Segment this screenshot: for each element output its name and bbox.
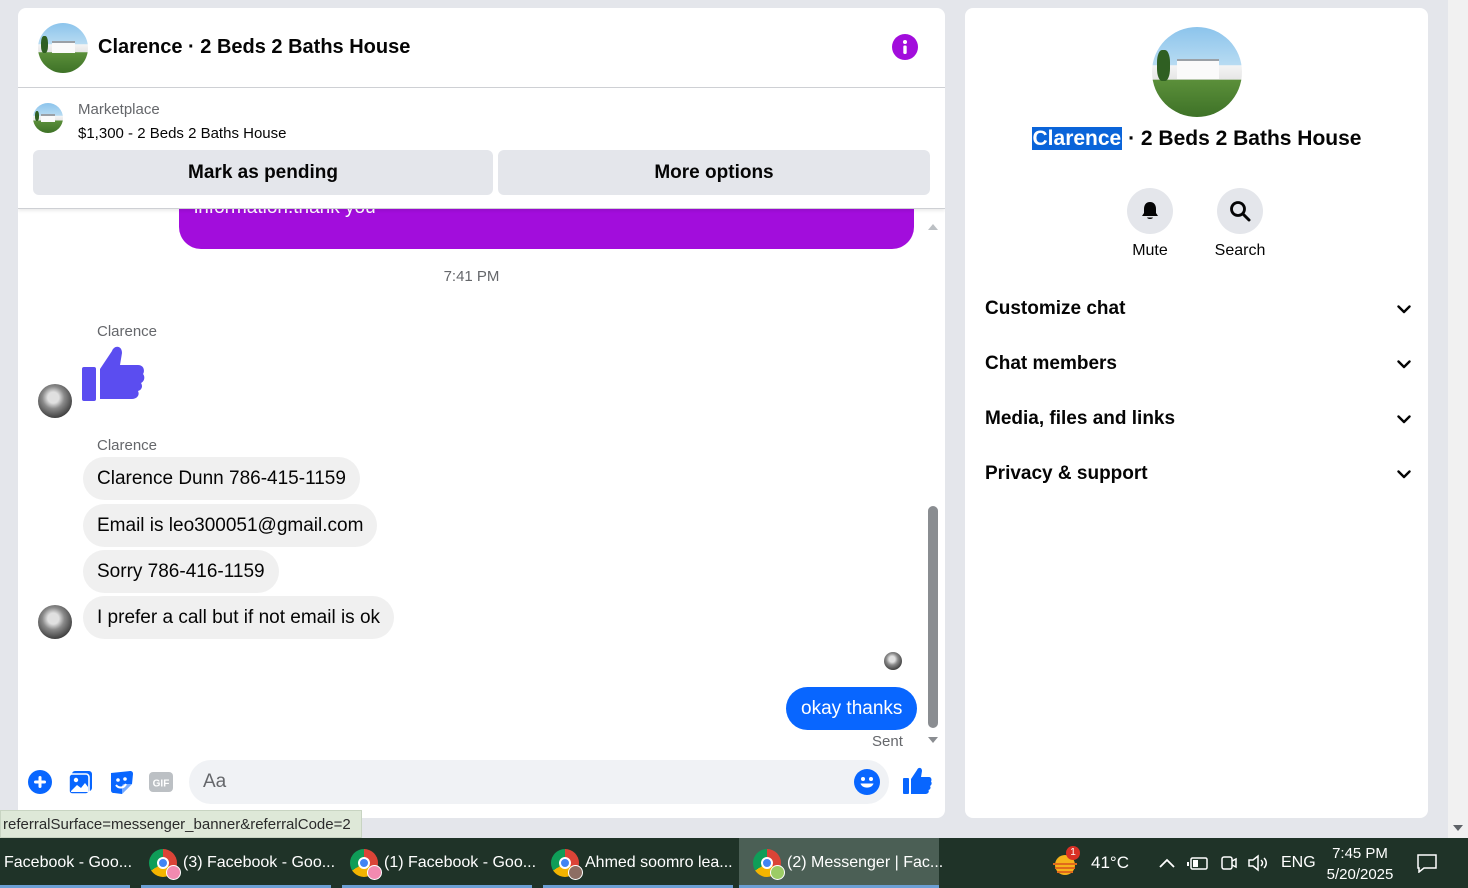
- thumbs-up-sticker-icon: [82, 346, 145, 401]
- page-scroll-down-arrow-icon[interactable]: [1452, 824, 1464, 832]
- conversation-info-panel: Clarence · 2 Beds 2 Baths House Mute Sea…: [965, 8, 1428, 818]
- emoji-icon[interactable]: [853, 768, 881, 796]
- section-label: Media, files and links: [985, 408, 1176, 429]
- listing-thumbnail[interactable]: [33, 103, 63, 133]
- section-customize-chat[interactable]: Customize chat: [985, 286, 1413, 332]
- gif-icon[interactable]: GIF: [147, 768, 175, 796]
- chevron-down-icon: [1395, 300, 1413, 318]
- clock-date: 5/20/2025: [1326, 866, 1394, 883]
- taskbar-item-facebook-3[interactable]: (3) Facebook - Goo...: [141, 838, 335, 888]
- plus-circle-icon[interactable]: [26, 768, 54, 796]
- message-composer: GIF: [18, 756, 945, 818]
- seen-by-avatar: [884, 652, 902, 670]
- chat-panel: Clarence · 2 Beds 2 Baths House Marketpl…: [18, 8, 945, 818]
- task-label: (2) Messenger | Fac...: [787, 854, 944, 871]
- task-label: (1) Facebook - Goo...: [384, 854, 537, 871]
- photo-icon[interactable]: [67, 768, 95, 796]
- section-privacy-support[interactable]: Privacy & support: [985, 451, 1413, 497]
- temperature: 41°C: [1091, 853, 1129, 872]
- chrome-icon: [149, 849, 181, 880]
- mute-action[interactable]: Mute: [1105, 188, 1195, 260]
- message-list[interactable]: information.thank you 7:41 PM Clarence C…: [18, 209, 945, 754]
- profile-badge-icon: [166, 865, 181, 880]
- section-label: Chat members: [985, 353, 1117, 374]
- task-label: Facebook - Goo...: [4, 854, 133, 871]
- message-timestamp: 7:41 PM: [443, 268, 500, 285]
- weather-sun-icon: 1: [1050, 846, 1080, 877]
- mute-label: Mute: [1132, 242, 1168, 259]
- taskbar-item-facebook[interactable]: Facebook - Goo...: [0, 838, 133, 888]
- incoming-message[interactable]: I prefer a call but if not email is ok: [83, 596, 395, 639]
- taskbar-clock[interactable]: 7:45 PM 5/20/2025: [1318, 843, 1402, 885]
- section-label: Privacy & support: [985, 463, 1148, 484]
- conversation-name: Clarence · 2 Beds 2 Baths House: [965, 127, 1428, 151]
- battery-icon[interactable]: [1187, 838, 1209, 888]
- profile-badge-icon: [367, 865, 382, 880]
- listing-title[interactable]: $1,300 - 2 Beds 2 Baths House: [78, 125, 286, 142]
- search-label: Search: [1214, 242, 1266, 259]
- task-label: Ahmed soomro lea...: [585, 854, 733, 871]
- profile-badge-icon: [568, 865, 583, 880]
- chevron-down-icon: [1395, 410, 1413, 428]
- message-status: Sent: [872, 733, 903, 750]
- message-text: information.thank you: [194, 209, 376, 217]
- message-input[interactable]: [189, 760, 889, 804]
- bell-icon[interactable]: [1127, 188, 1173, 234]
- clock-time: 7:45 PM: [1332, 845, 1388, 862]
- section-label: Customize chat: [985, 298, 1126, 319]
- marketplace-label: Marketplace: [78, 101, 160, 118]
- taskbar-item-facebook-1[interactable]: (1) Facebook - Goo...: [342, 838, 536, 888]
- info-icon[interactable]: [892, 34, 918, 60]
- outgoing-message[interactable]: information.thank you: [179, 209, 914, 249]
- mark-as-pending-button[interactable]: Mark as pending: [33, 150, 493, 195]
- more-options-button[interactable]: More options: [498, 150, 930, 195]
- conversation-profile-avatar[interactable]: [1152, 27, 1242, 117]
- weather-badge: 1: [1066, 846, 1080, 860]
- taskbar-item-messenger[interactable]: (2) Messenger | Fac...: [739, 838, 943, 888]
- sender-name: Clarence: [97, 323, 158, 340]
- task-label: (3) Facebook - Goo...: [183, 854, 336, 871]
- weather-widget[interactable]: 1 41°C: [1050, 838, 1129, 888]
- conversation-avatar[interactable]: [38, 22, 88, 73]
- speaker-volume-icon[interactable]: [1247, 838, 1271, 888]
- taskbar: Facebook - Goo... (3) Facebook - Goo... …: [0, 838, 1468, 888]
- gif-label: GIF: [153, 779, 170, 790]
- language-label: ENG: [1281, 854, 1316, 871]
- sticker-icon[interactable]: [107, 768, 135, 796]
- search-action[interactable]: Search: [1195, 188, 1285, 260]
- incoming-message[interactable]: Clarence Dunn 786-415-1159: [83, 457, 360, 500]
- section-chat-members[interactable]: Chat members: [985, 341, 1413, 387]
- selected-name-text[interactable]: Clarence: [1031, 127, 1123, 150]
- conversation-name-rest: · 2 Beds 2 Baths House: [1122, 127, 1362, 150]
- like-button-icon[interactable]: [902, 766, 934, 798]
- marketplace-banner: Marketplace $1,300 - 2 Beds 2 Baths Hous…: [18, 88, 945, 209]
- link-status-url: referralSurface=messenger_banner&referra…: [0, 810, 362, 838]
- chrome-icon: [551, 849, 583, 880]
- input-language[interactable]: ENG: [1281, 838, 1316, 888]
- chat-title[interactable]: Clarence · 2 Beds 2 Baths House: [98, 36, 410, 59]
- incoming-message[interactable]: Email is leo300051@gmail.com: [83, 504, 378, 547]
- taskbar-item-ahmed-soomro[interactable]: Ahmed soomro lea...: [543, 838, 733, 888]
- scroll-up-arrow-icon[interactable]: [926, 223, 940, 233]
- meet-now-icon[interactable]: [1220, 838, 1238, 888]
- search-icon[interactable]: [1217, 188, 1263, 234]
- sender-avatar[interactable]: [38, 384, 72, 418]
- scroll-down-arrow-icon[interactable]: [926, 736, 940, 746]
- chrome-icon: [753, 849, 785, 880]
- chat-scrollbar-thumb[interactable]: [928, 506, 938, 728]
- notifications-icon[interactable]: [1416, 838, 1438, 888]
- chat-header: Clarence · 2 Beds 2 Baths House: [18, 8, 945, 88]
- page-scrollbar[interactable]: [1448, 0, 1468, 838]
- sender-avatar[interactable]: [38, 605, 72, 639]
- incoming-message[interactable]: Sorry 786-416-1159: [83, 550, 279, 593]
- sender-name: Clarence: [97, 437, 158, 454]
- chevron-down-icon: [1395, 465, 1413, 483]
- chrome-icon: [350, 849, 382, 880]
- show-hidden-icons-chevron-up-icon[interactable]: [1158, 838, 1176, 888]
- profile-badge-icon: [770, 865, 785, 880]
- section-media-files-links[interactable]: Media, files and links: [985, 396, 1413, 442]
- chevron-down-icon: [1395, 355, 1413, 373]
- outgoing-message[interactable]: okay thanks: [786, 687, 918, 730]
